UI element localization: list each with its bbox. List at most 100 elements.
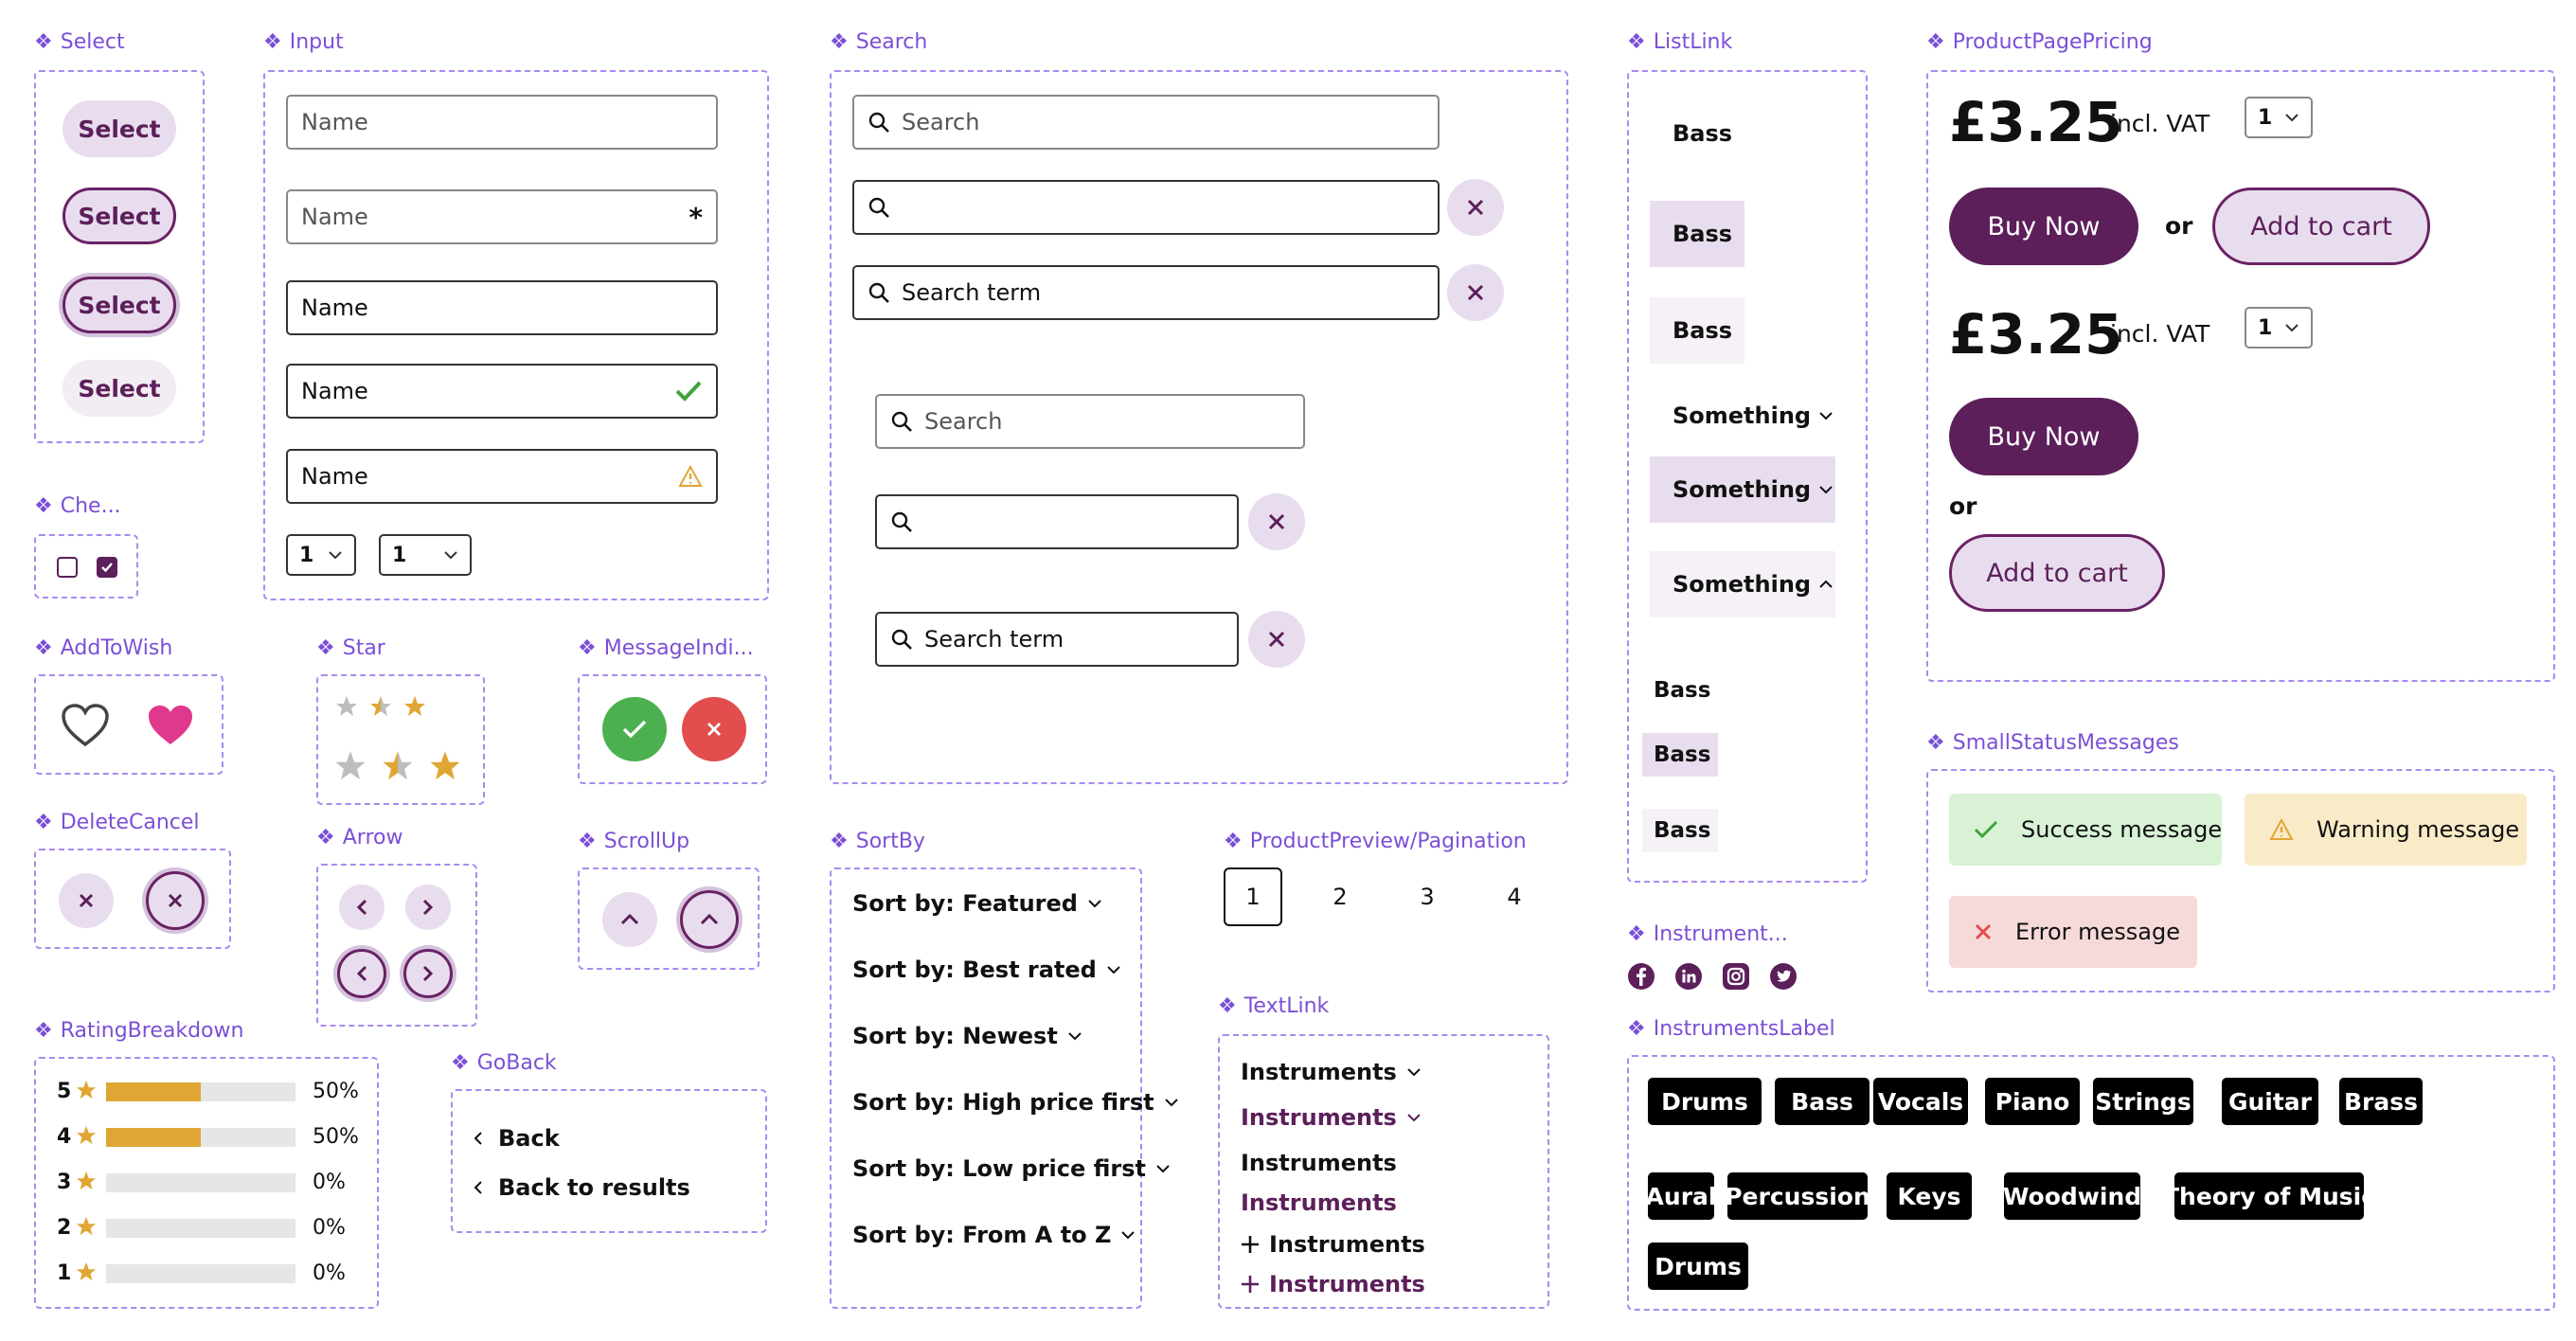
section-label-select: ❖ Select — [34, 30, 125, 54]
name-field-valid[interactable]: Name — [286, 364, 718, 419]
sort-by-option[interactable]: Sort by: Newest — [852, 1025, 1082, 1047]
check-icon — [621, 719, 648, 740]
checkbox-checked[interactable] — [97, 557, 117, 578]
section-label-goback: ❖ GoBack — [451, 1051, 557, 1075]
page-button-4[interactable]: 4 — [1485, 867, 1544, 926]
checkbox-frame — [34, 534, 138, 599]
name-field-filled[interactable]: Name — [286, 280, 718, 335]
instrument-tag[interactable]: Percussion — [1725, 1172, 1870, 1220]
chevron-down-icon — [1164, 1098, 1179, 1107]
instrument-tag[interactable]: Drums — [1648, 1243, 1748, 1290]
name-field-empty[interactable]: Name — [286, 95, 718, 150]
pagination: 1234 — [1224, 867, 1555, 928]
twitter-icon[interactable] — [1769, 962, 1798, 991]
list-link-bass[interactable]: Bass — [1650, 100, 1744, 167]
instrument-tag[interactable]: Aural — [1646, 1172, 1716, 1220]
add-to-cart-button-stacked[interactable]: Add to cart — [1949, 534, 2165, 612]
instrument-tag[interactable]: Bass — [1775, 1078, 1869, 1125]
buy-now-button-stacked[interactable]: Buy Now — [1949, 398, 2138, 475]
instrument-tag[interactable]: Keys — [1887, 1172, 1972, 1220]
check-icon — [1974, 820, 1998, 839]
instrument-tag[interactable]: Strings — [2093, 1078, 2193, 1125]
name-field-warning[interactable]: Name — [286, 449, 718, 504]
sort-by-option[interactable]: Sort by: From A to Z — [852, 1224, 1136, 1246]
select-button-default[interactable]: Select — [63, 100, 176, 157]
linkedin-icon[interactable] — [1674, 962, 1703, 991]
list-link-bass-small[interactable]: Bass — [1642, 669, 1718, 712]
sort-by-option[interactable]: Sort by: Low price first — [852, 1157, 1171, 1180]
arrow-left-button-focused[interactable] — [337, 949, 386, 998]
list-link-something-open[interactable]: Something — [1650, 551, 1835, 617]
text-link-add[interactable]: Instruments — [1241, 1233, 1425, 1256]
list-link-bass-disabled[interactable]: Bass — [1650, 297, 1744, 364]
quantity-select-1[interactable]: 1 — [286, 534, 356, 576]
star-full-icon — [76, 1080, 97, 1100]
select-button-disabled[interactable]: Select — [63, 360, 176, 417]
sort-by-option[interactable]: Sort by: Featured — [852, 892, 1102, 915]
back-link[interactable]: Back — [474, 1127, 560, 1150]
section-label-instrumentslabel: ❖ InstrumentsLabel — [1627, 1017, 1835, 1041]
chevron-right-icon — [422, 899, 434, 916]
list-link-bass-hover[interactable]: Bass — [1650, 201, 1744, 267]
search-input-filled[interactable]: Search term — [852, 265, 1440, 320]
instagram-icon[interactable] — [1722, 962, 1750, 991]
quantity-select-2[interactable]: 1 — [379, 534, 472, 576]
search-input-small-focused[interactable] — [875, 494, 1239, 549]
list-link-bass-small-disabled[interactable]: Bass — [1642, 809, 1718, 852]
select-button-selected[interactable]: Select — [63, 188, 176, 244]
name-field-required[interactable]: Name * — [286, 189, 718, 244]
cancel-button-focused[interactable] — [146, 871, 205, 930]
sort-by-option[interactable]: Sort by: High price first — [852, 1091, 1179, 1114]
search-input-small-empty[interactable]: Search — [875, 394, 1305, 449]
buy-now-button[interactable]: Buy Now — [1949, 188, 2138, 265]
heart-filled-icon[interactable] — [146, 703, 195, 748]
section-label-addtowish: ❖ AddToWish — [34, 636, 173, 660]
clear-search-button[interactable] — [1447, 179, 1504, 236]
instrument-tag[interactable]: Woodwind — [2003, 1172, 2141, 1220]
arrow-right-button[interactable] — [405, 885, 451, 930]
search-icon — [868, 196, 890, 219]
clear-search-button[interactable] — [1447, 264, 1504, 321]
plus-icon — [1241, 1235, 1260, 1254]
scroll-up-button-focused[interactable] — [680, 890, 739, 949]
text-link-hover[interactable]: Instruments — [1241, 1191, 1397, 1214]
arrow-right-button-focused[interactable] — [403, 949, 453, 998]
search-input-small-filled[interactable]: Search term — [875, 612, 1239, 667]
search-input-focused[interactable] — [852, 180, 1440, 235]
clear-search-button[interactable] — [1248, 611, 1305, 668]
star-full-icon — [76, 1171, 97, 1191]
section-label-instruments-social: ❖ Instrument... — [1627, 922, 1788, 946]
quantity-select-stacked[interactable]: 1 — [2245, 307, 2313, 349]
list-link-bass-small-hover[interactable]: Bass — [1642, 733, 1718, 777]
page-button-1[interactable]: 1 — [1224, 867, 1282, 926]
text-link-add-hover[interactable]: Instruments — [1241, 1273, 1425, 1296]
instrument-tag[interactable]: Brass — [2339, 1078, 2423, 1125]
text-link-dropdown-hover[interactable]: Instruments — [1241, 1106, 1422, 1129]
checkbox-unchecked[interactable] — [57, 557, 78, 578]
star-row-large — [333, 750, 462, 782]
facebook-icon[interactable] — [1627, 962, 1655, 991]
heart-outline-icon[interactable] — [61, 703, 110, 748]
instrument-tag[interactable]: Vocals — [1873, 1078, 1968, 1125]
add-to-cart-button[interactable]: Add to cart — [2212, 188, 2430, 265]
search-input-empty[interactable]: Search — [852, 95, 1440, 150]
instrument-tag[interactable]: Drums — [1648, 1078, 1762, 1125]
page-button-2[interactable]: 2 — [1311, 867, 1369, 926]
pricing-frame: £3.25 incl. VAT 1 Buy Now or Add to cart… — [1926, 70, 2555, 682]
back-to-results-link[interactable]: Back to results — [474, 1176, 690, 1199]
instrument-tag[interactable]: Guitar — [2222, 1078, 2318, 1125]
text-link[interactable]: Instruments — [1241, 1152, 1397, 1174]
page-button-3[interactable]: 3 — [1398, 867, 1457, 926]
list-link-something-hover[interactable]: Something — [1650, 456, 1835, 523]
list-link-something[interactable]: Something — [1650, 383, 1835, 449]
arrow-left-button[interactable] — [339, 885, 385, 930]
scroll-up-button[interactable] — [602, 892, 657, 947]
sort-by-option[interactable]: Sort by: Best rated — [852, 958, 1121, 981]
clear-search-button[interactable] — [1248, 493, 1305, 550]
select-button-focused[interactable]: Select — [63, 277, 176, 333]
quantity-select[interactable]: 1 — [2245, 97, 2313, 138]
instrument-tag[interactable]: Theory of Music — [2163, 1172, 2375, 1220]
cancel-button[interactable] — [59, 873, 114, 928]
text-link-dropdown[interactable]: Instruments — [1241, 1061, 1422, 1083]
instrument-tag[interactable]: Piano — [1985, 1078, 2080, 1125]
